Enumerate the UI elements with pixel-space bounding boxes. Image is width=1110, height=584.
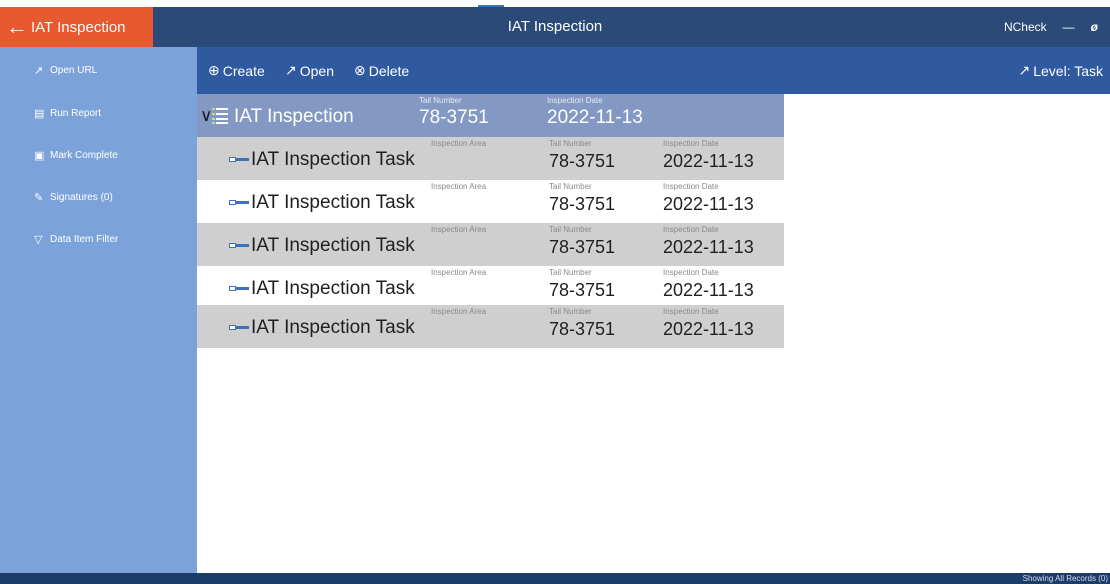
tail-number-label: Tail Number (419, 96, 462, 105)
task-row[interactable]: IAT Inspection Task Inspection Area Tail… (197, 137, 784, 180)
tail-number-label: Tail Number (549, 268, 592, 277)
task-icon (229, 157, 249, 162)
sidebar-item-open-url[interactable]: ↗ Open URL (0, 59, 197, 81)
create-button[interactable]: ⊕ Create (208, 47, 265, 94)
task-row[interactable]: IAT Inspection Task Inspection Area Tail… (197, 266, 784, 309)
task-name: IAT Inspection Task (251, 278, 415, 299)
inspection-date-value: 2022-11-13 (663, 194, 754, 214)
parent-record-row[interactable]: ∨ IAT Inspection Tail Number 78-3751 Ins… (197, 94, 784, 137)
record-count-status: Showing All Records (0) (1022, 574, 1108, 583)
sidebar-item-label: Data Item Filter (50, 233, 119, 245)
tail-number-label: Tail Number (549, 182, 592, 191)
status-bar: Showing All Records (0) (197, 573, 1110, 584)
back-arrow-icon: ← (6, 14, 28, 39)
minimize-icon[interactable]: — (1063, 20, 1075, 34)
inspection-date-label: Inspection Date (547, 96, 603, 105)
app-window: IAT Inspection ← IAT Inspection NCheck —… (0, 0, 1110, 584)
lock-icon: ▣ (34, 149, 45, 162)
signature-icon: ✎ (34, 191, 44, 204)
sidebar-item-label: Open URL (50, 64, 98, 76)
inspection-date-label: Inspection Date (663, 307, 719, 316)
external-link-icon: ↗ (34, 64, 44, 77)
tail-number-label: Tail Number (549, 139, 592, 148)
inspection-date-value: 2022-11-13 (547, 107, 643, 128)
tail-number-label: Tail Number (549, 225, 592, 234)
tail-number-value: 78-3751 (549, 237, 616, 257)
inspection-date-value: 2022-11-13 (663, 151, 754, 171)
delete-button-label: Delete (368, 62, 410, 79)
inspection-date-label: Inspection Date (663, 182, 719, 191)
task-icon (229, 200, 249, 205)
tail-number-value: 78-3751 (549, 194, 616, 214)
task-row[interactable]: IAT Inspection Task Inspection Area Tail… (197, 180, 784, 223)
external-link-icon: ↗ (1018, 62, 1031, 78)
external-link-icon: ↗ (285, 62, 297, 78)
sidebar-item-signatures[interactable]: ✎ Signatures (0) (0, 186, 197, 208)
level-button-label: Level: Task (1033, 62, 1103, 79)
window-title: IAT Inspection (507, 18, 603, 35)
filter-icon: ▽ (34, 233, 43, 246)
task-name: IAT Inspection Task (251, 149, 415, 170)
task-row[interactable]: IAT Inspection Task Inspection Area Tail… (197, 223, 784, 266)
open-button-label: Open (299, 62, 334, 79)
inspection-area-label: Inspection Area (431, 182, 487, 191)
inspection-area-label: Inspection Area (431, 268, 487, 277)
user-name[interactable]: NCheck (1004, 20, 1047, 34)
inspection-area-label: Inspection Area (431, 307, 487, 316)
toolbar: ⊕ Create ↗ Open ⊗ Delete ↗ Level: Task (197, 47, 1110, 94)
task-name: IAT Inspection Task (251, 192, 415, 213)
sidebar-item-run-report[interactable]: ▤ Run Report (0, 102, 197, 124)
restore-icon[interactable]: ø (1091, 20, 1098, 34)
level-button[interactable]: ↗ Level: Task (1018, 47, 1103, 94)
title-bar: IAT Inspection ← IAT Inspection NCheck —… (0, 7, 1110, 47)
back-button[interactable]: ← IAT Inspection (0, 7, 153, 47)
back-button-label: IAT Inspection (31, 18, 126, 36)
inspection-date-value: 2022-11-13 (663, 237, 754, 257)
delete-circle-icon: ⊗ (354, 62, 366, 78)
inspection-area-label: Inspection Area (431, 139, 487, 148)
inspection-date-value: 2022-11-13 (663, 280, 754, 300)
sidebar-footer (0, 573, 197, 584)
inspection-date-value: 2022-11-13 (663, 319, 754, 339)
sidebar-item-data-item-filter[interactable]: ▽ Data Item Filter (0, 228, 197, 250)
plus-circle-icon: ⊕ (208, 62, 220, 78)
sidebar-item-label: Signatures (0) (50, 191, 113, 203)
record-tree: ∨ IAT Inspection Tail Number 78-3751 Ins… (197, 94, 1110, 573)
tail-number-value: 78-3751 (419, 107, 489, 128)
record-name: IAT Inspection (234, 106, 354, 127)
delete-button[interactable]: ⊗ Delete (354, 47, 409, 94)
inspection-date-label: Inspection Date (663, 225, 719, 234)
tail-number-label: Tail Number (549, 307, 592, 316)
task-icon (229, 325, 249, 330)
sidebar-item-label: Mark Complete (50, 149, 118, 161)
task-icon (229, 286, 249, 291)
sidebar-item-label: Run Report (50, 107, 102, 119)
list-icon (212, 107, 228, 124)
window-controls: NCheck — ø (1004, 7, 1098, 47)
task-name: IAT Inspection Task (251, 235, 415, 256)
inspection-date-label: Inspection Date (663, 139, 719, 148)
tail-number-value: 78-3751 (549, 319, 616, 339)
task-row[interactable]: IAT Inspection Task Inspection Area Tail… (197, 305, 784, 348)
sidebar: ↗ Open URL ▤ Run Report ▣ Mark Complete … (0, 47, 197, 584)
task-icon (229, 243, 249, 248)
report-icon: ▤ (34, 107, 45, 120)
task-name: IAT Inspection Task (251, 317, 415, 338)
tail-number-value: 78-3751 (549, 280, 616, 300)
tail-number-value: 78-3751 (549, 151, 616, 171)
inspection-area-label: Inspection Area (431, 225, 487, 234)
sidebar-item-mark-complete[interactable]: ▣ Mark Complete (0, 144, 197, 166)
create-button-label: Create (222, 62, 265, 79)
chevron-down-icon[interactable]: ∨ (200, 106, 212, 126)
inspection-date-label: Inspection Date (663, 268, 719, 277)
open-button[interactable]: ↗ Open (285, 47, 334, 94)
